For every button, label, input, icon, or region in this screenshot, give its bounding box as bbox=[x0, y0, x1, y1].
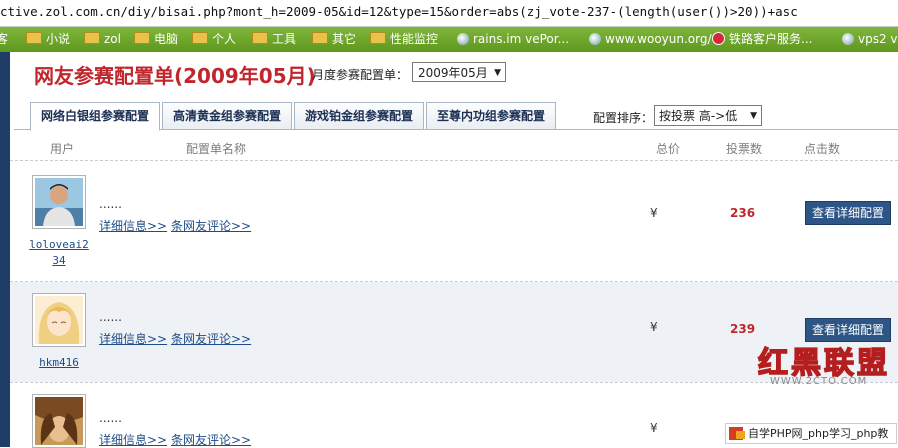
address-bar[interactable]: ctive.zol.com.cn/diy/bisai.php?mont_h=20… bbox=[0, 0, 898, 27]
bookmark-label: 个人 bbox=[212, 32, 237, 46]
bookmark-label: 电脑 bbox=[154, 32, 179, 46]
bookmark-label: zol bbox=[104, 32, 121, 46]
bookmark-label: 小说 bbox=[46, 32, 71, 46]
price: ¥ bbox=[650, 421, 658, 435]
folder-icon bbox=[134, 32, 150, 44]
bookmark-folder[interactable]: 小说 bbox=[26, 31, 70, 48]
page-content: 网友参赛配置单(2009年05月) 月度参赛配置单： 2009年05月 ▼ 网络白… bbox=[0, 52, 898, 448]
bookmark-label: 性能监控 bbox=[390, 32, 439, 46]
globe-icon bbox=[457, 33, 469, 45]
sort-value: 按投票 高->低 bbox=[659, 109, 738, 123]
config-name: ...... bbox=[99, 411, 122, 425]
vote-count: 239 bbox=[730, 322, 756, 336]
config-name: ...... bbox=[99, 197, 122, 211]
month-select[interactable]: 2009年05月 ▼ bbox=[412, 62, 506, 82]
folder-icon bbox=[312, 32, 328, 44]
bookmark-folder[interactable]: 电脑 bbox=[134, 31, 178, 48]
dropdown-arrow-icon: ▼ bbox=[494, 68, 501, 78]
header-votes: 投票数 bbox=[726, 142, 763, 156]
avatar[interactable] bbox=[32, 293, 86, 347]
view-detail-button[interactable]: 查看详细配置 bbox=[805, 201, 891, 225]
dropdown-arrow-icon: ▼ bbox=[750, 111, 757, 121]
table-row: loloveai2 34 ...... 详细信息>> 条网友评论>> ¥ 236… bbox=[10, 161, 898, 281]
vote-count: 236 bbox=[730, 206, 756, 220]
bookmark-folder[interactable]: zol bbox=[84, 31, 121, 48]
left-border bbox=[0, 52, 10, 447]
avatar-image bbox=[35, 178, 83, 226]
sort-select[interactable]: 按投票 高->低 ▼ bbox=[654, 105, 762, 126]
detail-link[interactable]: 详细信息>> bbox=[99, 431, 167, 448]
detail-link[interactable]: 详细信息>> bbox=[99, 217, 167, 234]
bookmark-label: 铁路客户服务... bbox=[729, 32, 813, 46]
avatar-image bbox=[35, 296, 83, 344]
bookmark-item[interactable]: rains.im vePor... bbox=[457, 31, 569, 48]
folder-icon bbox=[370, 32, 386, 44]
price: ¥ bbox=[650, 320, 658, 334]
username-link[interactable]: loloveai2 34 bbox=[24, 237, 94, 269]
header-clicks: 点击数 bbox=[804, 142, 841, 156]
avatar[interactable] bbox=[32, 175, 86, 229]
address-url[interactable]: ctive.zol.com.cn/diy/bisai.php?mont_h=20… bbox=[0, 4, 798, 19]
watermark-badge-text: 自学PHP网_php学习_php教 bbox=[748, 427, 889, 440]
avatar[interactable] bbox=[32, 394, 86, 448]
detail-link[interactable]: 详细信息>> bbox=[99, 330, 167, 347]
bookmarks-bar: 客 小说 zol 电脑 个人 工具 其它 性能监控 rains.im vePor… bbox=[0, 27, 898, 52]
globe-icon bbox=[589, 33, 601, 45]
bookmark-label: vps2 v bbox=[858, 32, 898, 46]
bookmark-item[interactable]: 客 bbox=[0, 31, 8, 48]
avatar-image bbox=[35, 397, 83, 445]
price: ¥ bbox=[650, 206, 658, 220]
folder-icon bbox=[84, 32, 100, 44]
page-title: 网友参赛配置单(2009年05月) bbox=[34, 64, 316, 88]
folder-icon bbox=[252, 32, 268, 44]
tab-platinum[interactable]: 游戏铂金组参赛配置 bbox=[294, 102, 424, 130]
header-config-name: 配置单名称 bbox=[186, 142, 247, 156]
comment-link[interactable]: 条网友评论>> bbox=[171, 431, 251, 448]
railway-icon bbox=[712, 32, 725, 45]
comment-link[interactable]: 条网友评论>> bbox=[171, 330, 251, 347]
bookmark-label: 其它 bbox=[332, 32, 357, 46]
tab-silver[interactable]: 网络白银组参赛配置 bbox=[30, 102, 160, 131]
sort-label: 配置排序： bbox=[593, 111, 654, 125]
bookmark-folder[interactable]: 个人 bbox=[192, 31, 236, 48]
bookmark-folder[interactable]: 工具 bbox=[252, 31, 296, 48]
bookmark-label: rains.im vePor... bbox=[473, 32, 570, 46]
bookmark-label: 工具 bbox=[272, 32, 297, 46]
bookmark-label: 客 bbox=[0, 32, 9, 46]
folder-icon bbox=[26, 32, 42, 44]
bookmark-folder[interactable]: 性能监控 bbox=[370, 31, 438, 48]
bookmark-item[interactable]: 铁路客户服务... bbox=[712, 31, 812, 48]
header-user: 用户 bbox=[50, 142, 75, 156]
watermark-url: WWW.2CTO.COM bbox=[770, 376, 868, 387]
month-value: 2009年05月 bbox=[418, 66, 488, 80]
folder-icon bbox=[192, 32, 208, 44]
config-name: ...... bbox=[99, 310, 122, 324]
username-link[interactable]: hkm416 bbox=[24, 356, 94, 369]
bookmark-label: www.wooyun.org/ bbox=[605, 32, 712, 46]
globe-icon bbox=[842, 33, 854, 45]
bookmark-folder[interactable]: 其它 bbox=[312, 31, 356, 48]
comment-link[interactable]: 条网友评论>> bbox=[171, 217, 251, 234]
tab-supreme[interactable]: 至尊内功组参赛配置 bbox=[426, 102, 556, 130]
site-logo-accent-icon bbox=[736, 431, 745, 439]
watermark-badge: 自学PHP网_php学习_php教 bbox=[725, 423, 897, 444]
bookmark-item[interactable]: vps2 v bbox=[842, 31, 898, 48]
bookmark-item[interactable]: www.wooyun.org/ bbox=[589, 31, 712, 48]
month-label: 月度参赛配置单： bbox=[312, 68, 409, 82]
header-price: 总价 bbox=[656, 142, 681, 156]
tab-gold[interactable]: 高清黄金组参赛配置 bbox=[162, 102, 292, 130]
